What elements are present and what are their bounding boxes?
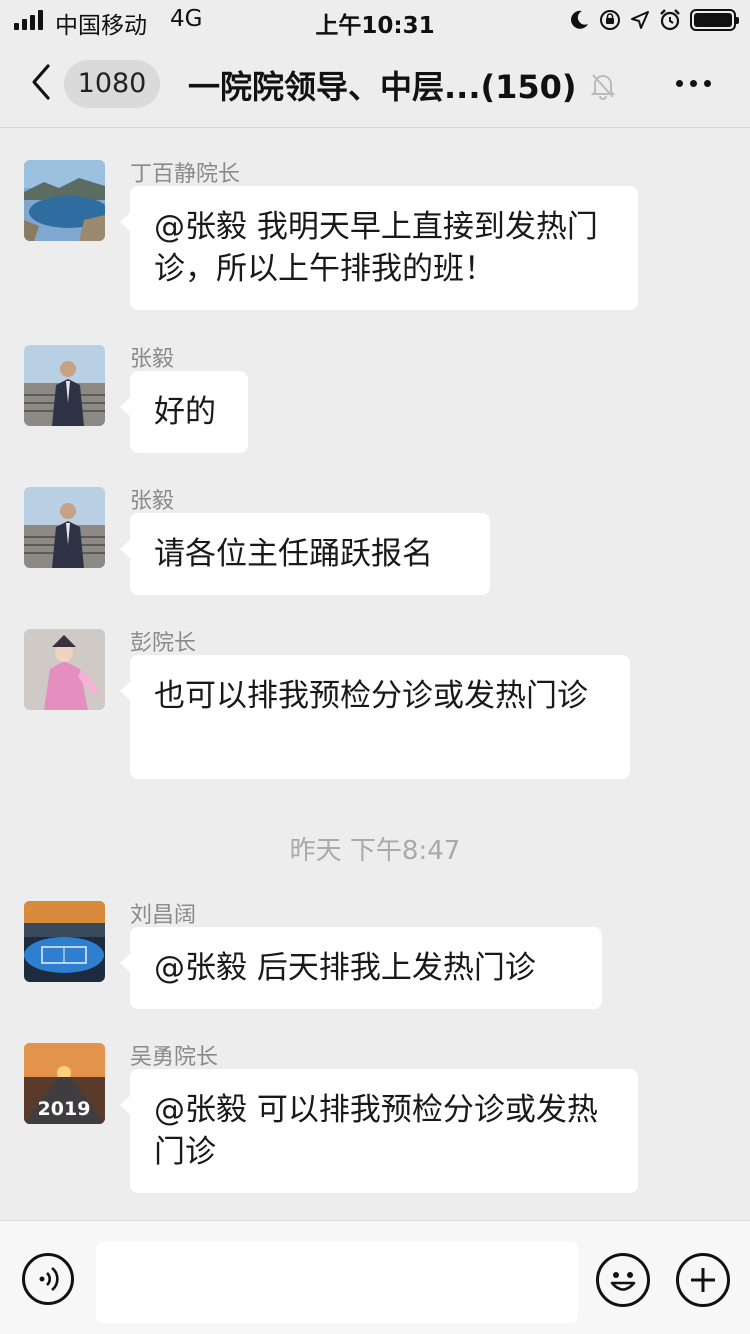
message-bubble[interactable]: @张毅 我明天早上直接到发热门诊，所以上午排我的班！ [120,186,638,310]
message-list[interactable]: 丁百静院长 @张毅 我明天早上直接到发热门诊，所以上午排我的班！ 张毅 好的 张… [0,128,750,1220]
sender-name: 刘昌阔 [130,903,197,928]
location-icon [631,11,649,29]
avatar[interactable] [24,160,105,241]
message-bubble[interactable]: 也可以排我预检分诊或发热门诊 [120,655,630,779]
message-timestamp: 昨天 下午8:47 [289,836,461,866]
input-bar [0,1220,750,1334]
sender-name: 张毅 [130,347,175,372]
status-icons [568,8,739,32]
avatar[interactable]: 2019 [24,1043,105,1124]
message-input[interactable] [96,1241,578,1323]
sender-name: 丁百静院长 [130,162,241,187]
moon-icon [571,10,588,29]
avatar[interactable] [24,345,105,426]
sender-name: 吴勇院长 [130,1045,219,1070]
avatar[interactable] [24,901,105,982]
chat-title: 一院院领导、中层...(150) [188,68,577,106]
plus-icon[interactable] [676,1253,730,1307]
voice-icon[interactable] [22,1253,74,1305]
message-bubble[interactable]: 好的 [120,371,248,453]
battery-icon [690,9,739,31]
chevron-left-icon[interactable] [26,62,58,102]
chat-header: 1080 一院院领导、中层...(150) [0,40,750,128]
status-bar: 中国移动 4G 上午10:31 [0,0,750,40]
sender-name: 张毅 [130,489,175,514]
message-bubble[interactable]: 请各位主任踊跃报名 [120,513,490,595]
more-dots-icon[interactable] [676,80,712,88]
avatar[interactable] [24,629,105,710]
message-bubble[interactable]: @张毅 后天排我上发热门诊 [120,927,602,1009]
avatar[interactable] [24,487,105,568]
orientation-lock-icon [600,10,620,30]
unread-count-badge[interactable]: 1080 [64,60,160,108]
sender-name: 彭院长 [130,631,197,656]
message-bubble[interactable]: @张毅 可以排我预检分诊或发热门诊 [120,1069,638,1193]
avatar-2019-text: 2019 [38,1098,91,1120]
alarm-icon [660,9,680,31]
emoji-icon[interactable] [596,1253,650,1307]
bell-off-icon [590,74,616,100]
